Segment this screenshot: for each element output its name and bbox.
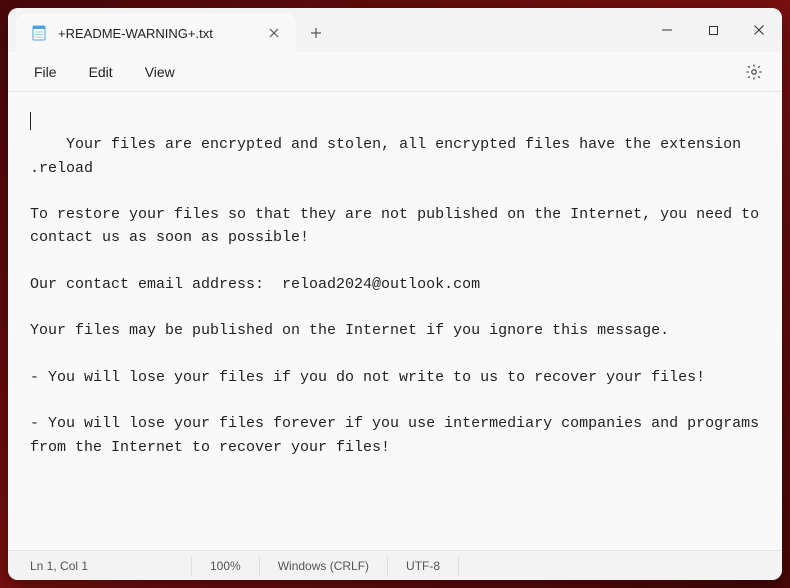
close-tab-button[interactable] <box>266 25 282 41</box>
titlebar-drag-area[interactable] <box>336 8 644 52</box>
document-text: Your files are encrypted and stolen, all… <box>30 136 768 455</box>
text-caret <box>30 112 31 130</box>
close-window-button[interactable] <box>736 8 782 52</box>
minimize-button[interactable] <box>644 8 690 52</box>
status-zoom[interactable]: 100% <box>192 556 260 576</box>
document-tab-title: +README-WARNING+.txt <box>58 26 256 41</box>
menu-edit[interactable]: Edit <box>73 58 129 86</box>
settings-button[interactable] <box>736 54 772 90</box>
document-tab[interactable]: +README-WARNING+.txt <box>16 14 296 52</box>
statusbar: Ln 1, Col 1 100% Windows (CRLF) UTF-8 <box>8 550 782 580</box>
titlebar: +README-WARNING+.txt <box>8 8 782 52</box>
status-line-endings: Windows (CRLF) <box>260 556 388 576</box>
new-tab-button[interactable] <box>296 14 336 52</box>
status-cursor-position: Ln 1, Col 1 <box>12 556 192 576</box>
window-controls <box>644 8 782 52</box>
menu-view[interactable]: View <box>129 58 191 86</box>
maximize-button[interactable] <box>690 8 736 52</box>
menubar: File Edit View <box>8 52 782 92</box>
notepad-icon <box>30 24 48 42</box>
notepad-window: +README-WARNING+.txt File Edit View <box>8 8 782 580</box>
menu-file[interactable]: File <box>18 58 73 86</box>
status-encoding: UTF-8 <box>388 556 459 576</box>
text-editor-area[interactable]: Your files are encrypted and stolen, all… <box>8 92 782 550</box>
